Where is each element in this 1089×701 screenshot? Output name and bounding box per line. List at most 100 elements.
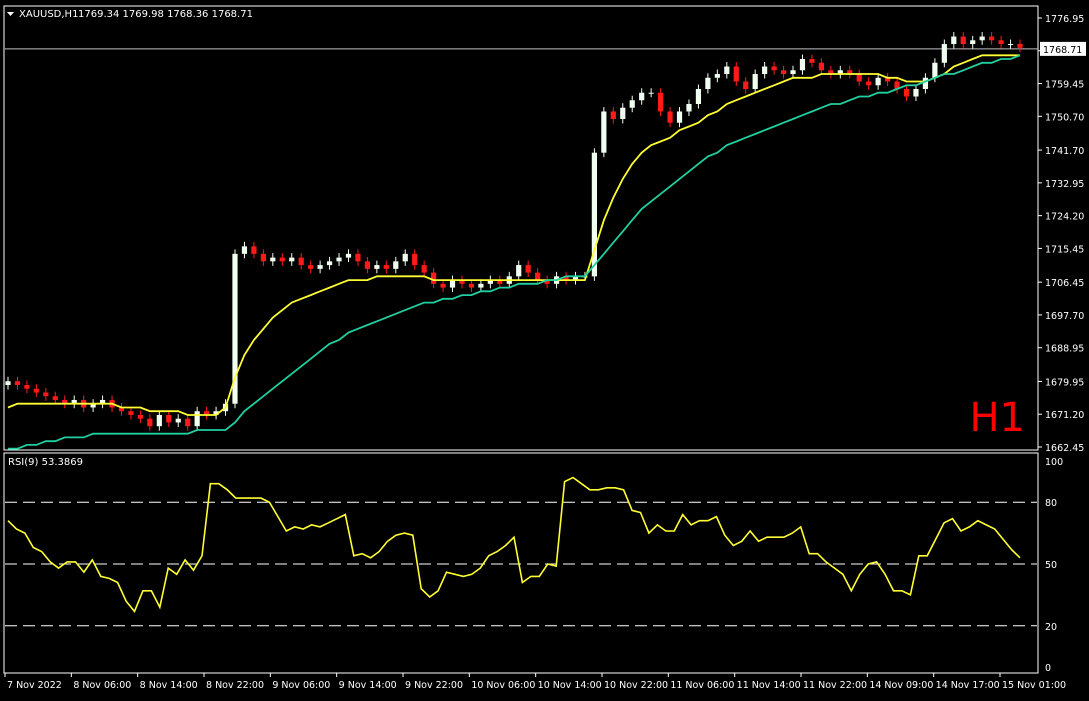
chart-canvas: 1776.951768.201759.451750.701741.701732.… bbox=[3, 5, 1086, 691]
bear-candle bbox=[431, 272, 437, 284]
rsi-axis: 100 80 50 20 0 bbox=[1045, 457, 1063, 674]
bull-candle bbox=[922, 77, 929, 90]
main-chart-frame bbox=[3, 5, 1039, 451]
bear-candle bbox=[279, 257, 285, 262]
bull-candle bbox=[620, 107, 626, 119]
time-tick-label: 11 Nov 06:00 bbox=[670, 680, 734, 691]
bull-candle bbox=[345, 253, 352, 258]
rsi-tick-label: 100 bbox=[1045, 457, 1063, 468]
time-axis: 7 Nov 2022 8 Nov 06:00 8 Nov 14:00 8 Nov 22… bbox=[4, 673, 1066, 691]
bull-candle bbox=[194, 411, 200, 427]
price-tick-label: 1776.95 bbox=[1045, 14, 1084, 25]
bull-candle bbox=[241, 246, 248, 254]
bear-candle bbox=[251, 246, 257, 254]
bear-candle bbox=[33, 388, 39, 393]
bull-candle bbox=[478, 283, 484, 288]
bear-candle bbox=[818, 62, 824, 71]
bear-candle bbox=[903, 89, 910, 97]
bull-candle bbox=[875, 77, 881, 86]
bull-candle bbox=[913, 89, 919, 97]
time-tick-label: 9 Nov 06:00 bbox=[272, 680, 330, 691]
time-tick-label: 14 Nov 09:00 bbox=[869, 680, 933, 691]
bull-candle bbox=[941, 44, 947, 63]
price-tick-label: 1671.20 bbox=[1045, 410, 1084, 421]
bear-candle bbox=[24, 384, 30, 389]
bull-candle bbox=[752, 74, 758, 90]
bear-candle bbox=[166, 414, 172, 423]
ma-slow-line bbox=[8, 54, 1021, 450]
rsi-tick-label: 0 bbox=[1045, 663, 1051, 674]
rsi-line bbox=[7, 476, 1021, 613]
price-tick-label: 1759.45 bbox=[1045, 80, 1084, 91]
bull-candle bbox=[979, 36, 985, 41]
bear-candle bbox=[137, 414, 144, 419]
price-tick-label: 1750.70 bbox=[1045, 112, 1084, 123]
bull-candle bbox=[374, 265, 380, 269]
bear-candle bbox=[856, 74, 862, 82]
bull-candle bbox=[629, 100, 635, 108]
bear-candle bbox=[383, 265, 389, 269]
bear-candle bbox=[412, 253, 418, 266]
time-tick-label: 8 Nov 22:00 bbox=[206, 680, 264, 691]
price-tick-label: 1706.45 bbox=[1045, 278, 1084, 289]
bull-candle bbox=[336, 257, 342, 262]
rsi-tick-label: 50 bbox=[1045, 560, 1057, 571]
bear-candle bbox=[298, 257, 304, 266]
price-axis: 1776.951768.201759.451750.701741.701732.… bbox=[1038, 14, 1086, 454]
bear-candle bbox=[733, 66, 739, 82]
bear-candle bbox=[1017, 44, 1023, 48]
rsi-tick-label: 20 bbox=[1045, 622, 1057, 633]
time-tick-label: 10 Nov 14:00 bbox=[538, 680, 602, 691]
bull-candle bbox=[5, 381, 11, 385]
bear-candle bbox=[525, 265, 531, 273]
bear-candle bbox=[610, 111, 616, 119]
bear-candle bbox=[52, 396, 58, 400]
time-tick-label: 8 Nov 06:00 bbox=[73, 680, 131, 691]
bull-candle bbox=[762, 66, 768, 75]
price-tick-label: 1724.20 bbox=[1045, 212, 1084, 223]
current-price-label: 1768.71 bbox=[1043, 45, 1082, 56]
timeframe-label: H1 bbox=[969, 395, 1025, 441]
time-tick-label: 10 Nov 22:00 bbox=[604, 680, 668, 691]
bull-candle bbox=[790, 70, 796, 75]
bull-candle bbox=[648, 92, 654, 94]
bear-candle bbox=[809, 59, 815, 63]
price-tick-label: 1732.95 bbox=[1045, 179, 1084, 190]
bull-candle bbox=[449, 280, 456, 288]
bear-candle bbox=[355, 253, 361, 262]
chart-window[interactable]: 1776.951768.201759.451750.701741.701732.… bbox=[0, 0, 1089, 697]
bull-candle bbox=[686, 103, 692, 112]
bull-candle bbox=[639, 92, 645, 101]
time-tick-label: 7 Nov 2022 bbox=[7, 680, 62, 691]
bull-candle bbox=[289, 257, 295, 262]
bull-candle bbox=[175, 418, 181, 423]
time-tick-label: 11 Nov 22:00 bbox=[803, 680, 867, 691]
price-tick-label: 1679.95 bbox=[1045, 377, 1084, 388]
price-tick-label: 1715.45 bbox=[1045, 244, 1084, 255]
bull-candle bbox=[393, 261, 399, 269]
bull-candle bbox=[705, 77, 711, 90]
price-tick-label: 1662.45 bbox=[1045, 443, 1084, 454]
bull-candle bbox=[951, 36, 957, 45]
bull-candle bbox=[695, 89, 702, 104]
bear-candle bbox=[468, 283, 475, 288]
bear-candle bbox=[308, 265, 314, 269]
bear-candle bbox=[440, 283, 446, 288]
price-tick-label: 1697.70 bbox=[1045, 311, 1084, 322]
symbol-label: XAUUSD,H1 bbox=[19, 9, 78, 20]
bear-candle bbox=[989, 36, 995, 41]
time-tick-label: 10 Nov 06:00 bbox=[471, 680, 535, 691]
bull-candle bbox=[317, 265, 323, 269]
time-tick-label: 15 Nov 01:00 bbox=[1002, 680, 1066, 691]
price-tick-label: 1688.95 bbox=[1045, 344, 1084, 355]
price-tick-label: 1741.70 bbox=[1045, 146, 1084, 157]
bear-candle bbox=[14, 381, 21, 385]
bear-candle bbox=[780, 70, 787, 75]
bear-candle bbox=[667, 111, 673, 123]
triangle-down-icon[interactable] bbox=[7, 12, 14, 16]
time-tick-label: 8 Nov 14:00 bbox=[140, 680, 198, 691]
bear-candle bbox=[657, 92, 664, 112]
rsi-frame bbox=[3, 452, 1039, 674]
ohlc-label: 1769.34 1769.98 1768.36 1768.71 bbox=[78, 9, 253, 20]
time-tick-label: 14 Nov 17:00 bbox=[936, 680, 1000, 691]
